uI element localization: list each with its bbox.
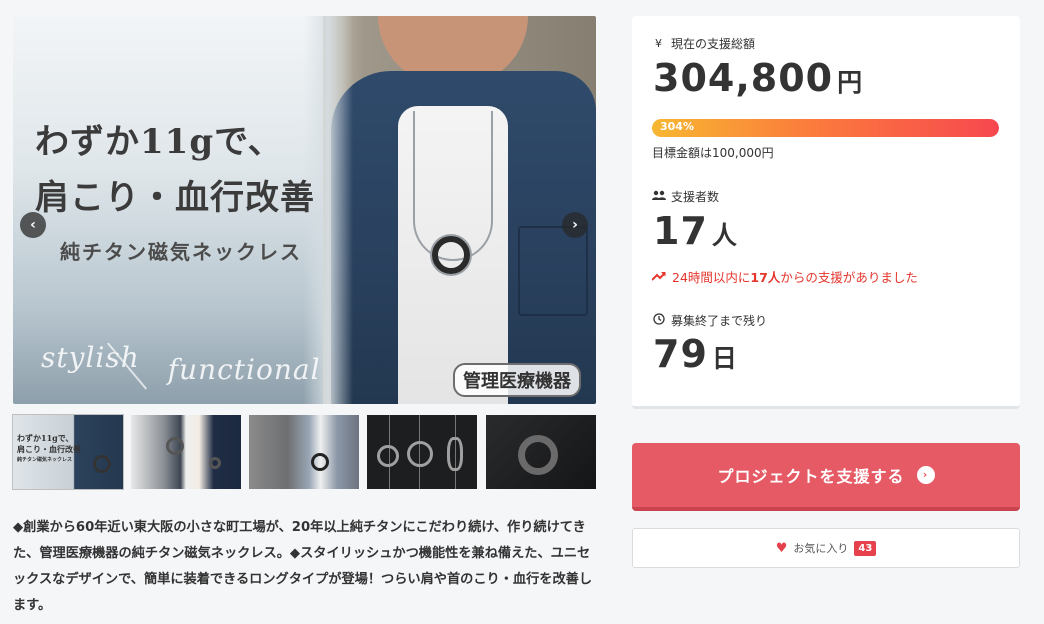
thumbnail-1-line-1: わずか11gで、	[17, 433, 74, 443]
chevron-right-icon: ›	[572, 217, 578, 233]
funding-progress-bar: 304%	[652, 119, 999, 137]
trend-count: 17人	[750, 270, 781, 285]
project-description: ◆創業から60年近い東大阪の小さな町工場が、20年以上純チタンにこだわり続け、作…	[13, 520, 593, 613]
thumbnail-1[interactable]: わずか11gで、 肩こり・血行改善 純チタン磁気ネックレス	[12, 414, 124, 490]
supporters-number: 17	[653, 209, 708, 253]
favorite-button[interactable]: ♥ お気に入り 43	[632, 528, 1020, 568]
clock-icon	[652, 313, 665, 328]
pendant-icon	[311, 453, 329, 471]
goal-amount: 目標金額は100,000円	[652, 146, 774, 160]
total-amount-unit: 円	[837, 68, 863, 97]
progress-percent: 304%	[660, 120, 694, 133]
pendant-icon	[407, 441, 433, 467]
total-amount-value: 304,800 円	[653, 56, 862, 100]
headline-line-2: 肩こり・血行改善	[35, 178, 315, 218]
supporters-value: 17 人	[653, 209, 737, 253]
image-headline: わずか11gで、 肩こり・血行改善	[35, 114, 315, 226]
pendant-icon	[447, 437, 463, 471]
trend-suffix: からの支援がありました	[780, 270, 918, 285]
yen-icon: ¥	[655, 37, 662, 50]
trend-text-content: 24時間以内に17人からの支援がありました	[672, 267, 918, 286]
functional-text: functional	[167, 353, 321, 386]
recent-supporters-notice: 24時間以内に17人からの支援がありました	[651, 267, 918, 286]
remaining-days-label: 募集終了まで残り	[652, 312, 767, 329]
favorite-label: お気に入り	[793, 542, 849, 555]
pendant-icon	[518, 435, 558, 475]
arrow-right-circle-icon: ›	[916, 466, 935, 484]
thumbnail-4[interactable]	[367, 415, 477, 489]
medical-device-badge: 管理医療機器	[453, 363, 581, 397]
stylish-text: stylish	[41, 341, 140, 374]
main-product-image: わずか11gで、 肩こり・血行改善 純チタン磁気ネックレス stylish fu…	[13, 16, 596, 404]
heart-icon: ♥	[775, 540, 788, 556]
total-amount-number: 304,800	[653, 56, 834, 100]
thumbnail-1-line-3: 純チタン磁気ネックレス	[17, 457, 73, 463]
supporters-label-text: 支援者数	[671, 190, 720, 204]
pendant-icon	[209, 457, 221, 469]
necklace-pendant	[432, 236, 470, 274]
thumbnail-strip: わずか11gで、 肩こり・血行改善 純チタン磁気ネックレス	[12, 414, 596, 490]
favorite-count-badge: 43	[854, 540, 877, 556]
thumbnail-5[interactable]	[486, 415, 596, 489]
support-button-label: プロジェクトを支援する	[717, 467, 905, 486]
supporters-label: 支援者数	[652, 188, 719, 205]
chevron-left-icon: ‹	[30, 217, 36, 233]
progress-fill	[652, 119, 999, 137]
remaining-days-label-text: 募集終了まで残り	[671, 314, 768, 328]
gallery-next-button[interactable]: ›	[562, 212, 588, 238]
people-icon	[652, 190, 666, 204]
trend-prefix: 24時間以内に	[672, 270, 751, 285]
total-amount-label: ¥ 現在の支援総額	[652, 35, 755, 52]
remaining-days-unit: 日	[711, 344, 737, 373]
thumbnail-1-line-2: 肩こり・血行改善	[17, 444, 81, 454]
thumbnail-3[interactable]	[249, 415, 359, 489]
pendant-icon	[166, 437, 184, 455]
supporters-unit: 人	[711, 221, 737, 250]
pendant-icon	[377, 445, 399, 467]
total-amount-label-text: 現在の支援総額	[671, 37, 756, 51]
thumbnail-1-text: わずか11gで、 肩こり・血行改善 純チタン磁気ネックレス	[17, 433, 81, 466]
image-subline: 純チタン磁気ネックレス	[60, 240, 302, 264]
support-project-button[interactable]: プロジェクトを支援する ›	[632, 443, 1020, 511]
funding-stats-card: ¥ 現在の支援総額 304,800 円 304% 目標金額は100,000円 支援…	[632, 16, 1020, 409]
remaining-days-value: 79 日	[653, 332, 737, 376]
jacket-pocket	[518, 226, 588, 316]
gallery-prev-button[interactable]: ‹	[20, 212, 46, 238]
pendant-icon	[93, 455, 111, 473]
stylish-functional-logo: stylish functional	[41, 341, 321, 390]
trending-up-icon	[651, 269, 666, 284]
thumbnail-2[interactable]	[131, 415, 241, 489]
remaining-days-number: 79	[653, 332, 708, 376]
headline-line-1: わずか11gで、	[35, 122, 283, 162]
